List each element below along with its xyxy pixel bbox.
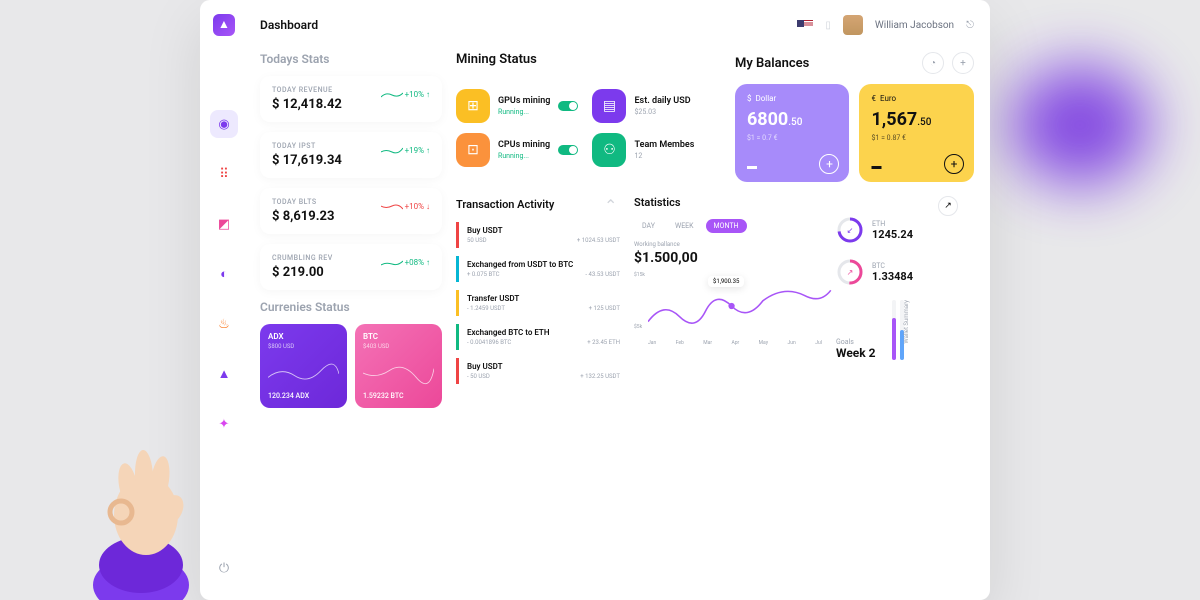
page-title: Dashboard [260, 18, 318, 32]
mining-team: ⚇ Team Membes12 [592, 133, 718, 167]
daily-icon: ▤ [592, 89, 626, 123]
goal-bar-1 [892, 300, 896, 360]
decorative-blob [1010, 65, 1150, 185]
tab-month[interactable]: MONTH [706, 219, 747, 233]
nav-dashboard-icon[interactable]: ◉ [210, 110, 238, 138]
flag-icon[interactable] [797, 20, 813, 31]
currency-adx[interactable]: ADX $800 USD 120.234 ADX [260, 324, 347, 408]
balance-add-icon[interactable]: + [952, 52, 974, 74]
summary-btc: ↗ BTC1.33484 [836, 258, 974, 286]
stat-blts[interactable]: TODAY BLTS $ 8,619.23 +10% ↓ [260, 188, 442, 234]
mining-gpu: ⊞ GPUs miningRunning... [456, 89, 582, 123]
nav-wallet-icon[interactable]: ◩ [210, 210, 238, 238]
balance-chart-icon[interactable]: ◔ [922, 52, 944, 74]
stat-revenue[interactable]: TODAY REVENUE $ 12,418.42 +10% ↑ [260, 76, 442, 122]
avatar[interactable] [843, 15, 863, 35]
nav-fire-icon[interactable]: ♨ [210, 310, 238, 338]
mining-cpu: ⊡ CPUs miningRunning... [456, 133, 582, 167]
tab-day[interactable]: DAY [634, 219, 663, 233]
svg-text:↙: ↙ [847, 226, 854, 235]
expand-icon[interactable]: ↗ [938, 196, 958, 216]
chart-tooltip: $1,900.35 [708, 276, 744, 287]
summary-eth: ↙ ETH1245.24 [836, 216, 974, 244]
dollar-add-button[interactable]: + [819, 154, 839, 174]
transaction-item[interactable]: Buy USDT- 50 USD+ 132.25 USDT [456, 358, 620, 384]
cpu-toggle[interactable] [558, 145, 578, 155]
decorative-hand [86, 440, 216, 600]
svg-text:↗: ↗ [847, 268, 854, 277]
team-icon: ⚇ [592, 133, 626, 167]
stat-crumbling[interactable]: CRUMBLING REV $ 219.00 +08% ↑ [260, 244, 442, 290]
euro-add-button[interactable]: + [944, 154, 964, 174]
nav-apps-icon[interactable]: ⠿ [210, 160, 238, 188]
transaction-item[interactable]: Buy USDT50 USD+ 1024.53 USDT [456, 222, 620, 248]
notification-icon[interactable]: ▯ [825, 20, 831, 31]
logout-icon[interactable]: ⎋ [966, 20, 974, 31]
app-logo[interactable] [213, 14, 235, 36]
stat-ipst[interactable]: TODAY IPST $ 17,619.34 +19% ↑ [260, 132, 442, 178]
nav-settings-icon[interactable]: ✦ [210, 410, 238, 438]
gpu-toggle[interactable] [558, 101, 578, 111]
stats-chart: $15k $5k $1,900.35 [634, 272, 822, 340]
card-icon: ▬ [747, 161, 757, 172]
card-icon: ▬ [871, 161, 881, 172]
header: Dashboard ▯ William Jacobson ⎋ [260, 12, 974, 38]
nav-bell-icon[interactable]: ▲ [210, 360, 238, 388]
transaction-item[interactable]: Transfer USDT- 1.2459 USDT+ 125 USDT [456, 290, 620, 316]
tab-week[interactable]: WEEK [667, 219, 702, 233]
balances-title: My Balances [735, 56, 809, 71]
transaction-item[interactable]: Exchanged BTC to ETH- 0.0041896 BTC+ 23.… [456, 324, 620, 350]
mining-title: Mining Status [456, 52, 719, 67]
cpu-icon: ⊡ [456, 133, 490, 167]
todays-stats-title: Todays Stats [260, 52, 442, 66]
currencies-title: Currenies Status [260, 300, 442, 314]
statistics-title: Statistics [634, 196, 822, 209]
dollar-icon: $ [747, 94, 752, 103]
transaction-item[interactable]: Exchanged from USDT to BTC+ 0.075 BTC- 4… [456, 256, 620, 282]
gpu-icon: ⊞ [456, 89, 490, 123]
nav-user-icon[interactable]: ◐ [210, 260, 238, 288]
currency-btc[interactable]: BTC $403 USD 1.59232 BTC [355, 324, 442, 408]
mining-daily: ▤ Est. daily USD$25.03 [592, 89, 718, 123]
balance-dollar[interactable]: $Dollar 6800.50 $1 = 0.7 € ▬ + [735, 84, 850, 182]
user-name: William Jacobson [875, 20, 954, 31]
euro-icon: € [871, 94, 876, 103]
transactions-title: Transaction Activity [456, 198, 554, 211]
transactions-more-icon[interactable]: ⌃ [604, 196, 620, 212]
app-window: ◉ ⠿ ◩ ◐ ♨ ▲ ✦ ⏻ Dashboard ▯ William Jaco… [200, 0, 990, 600]
balance-euro[interactable]: €Euro 1,567.50 $1 = 0.87 € ▬ + [859, 84, 974, 182]
